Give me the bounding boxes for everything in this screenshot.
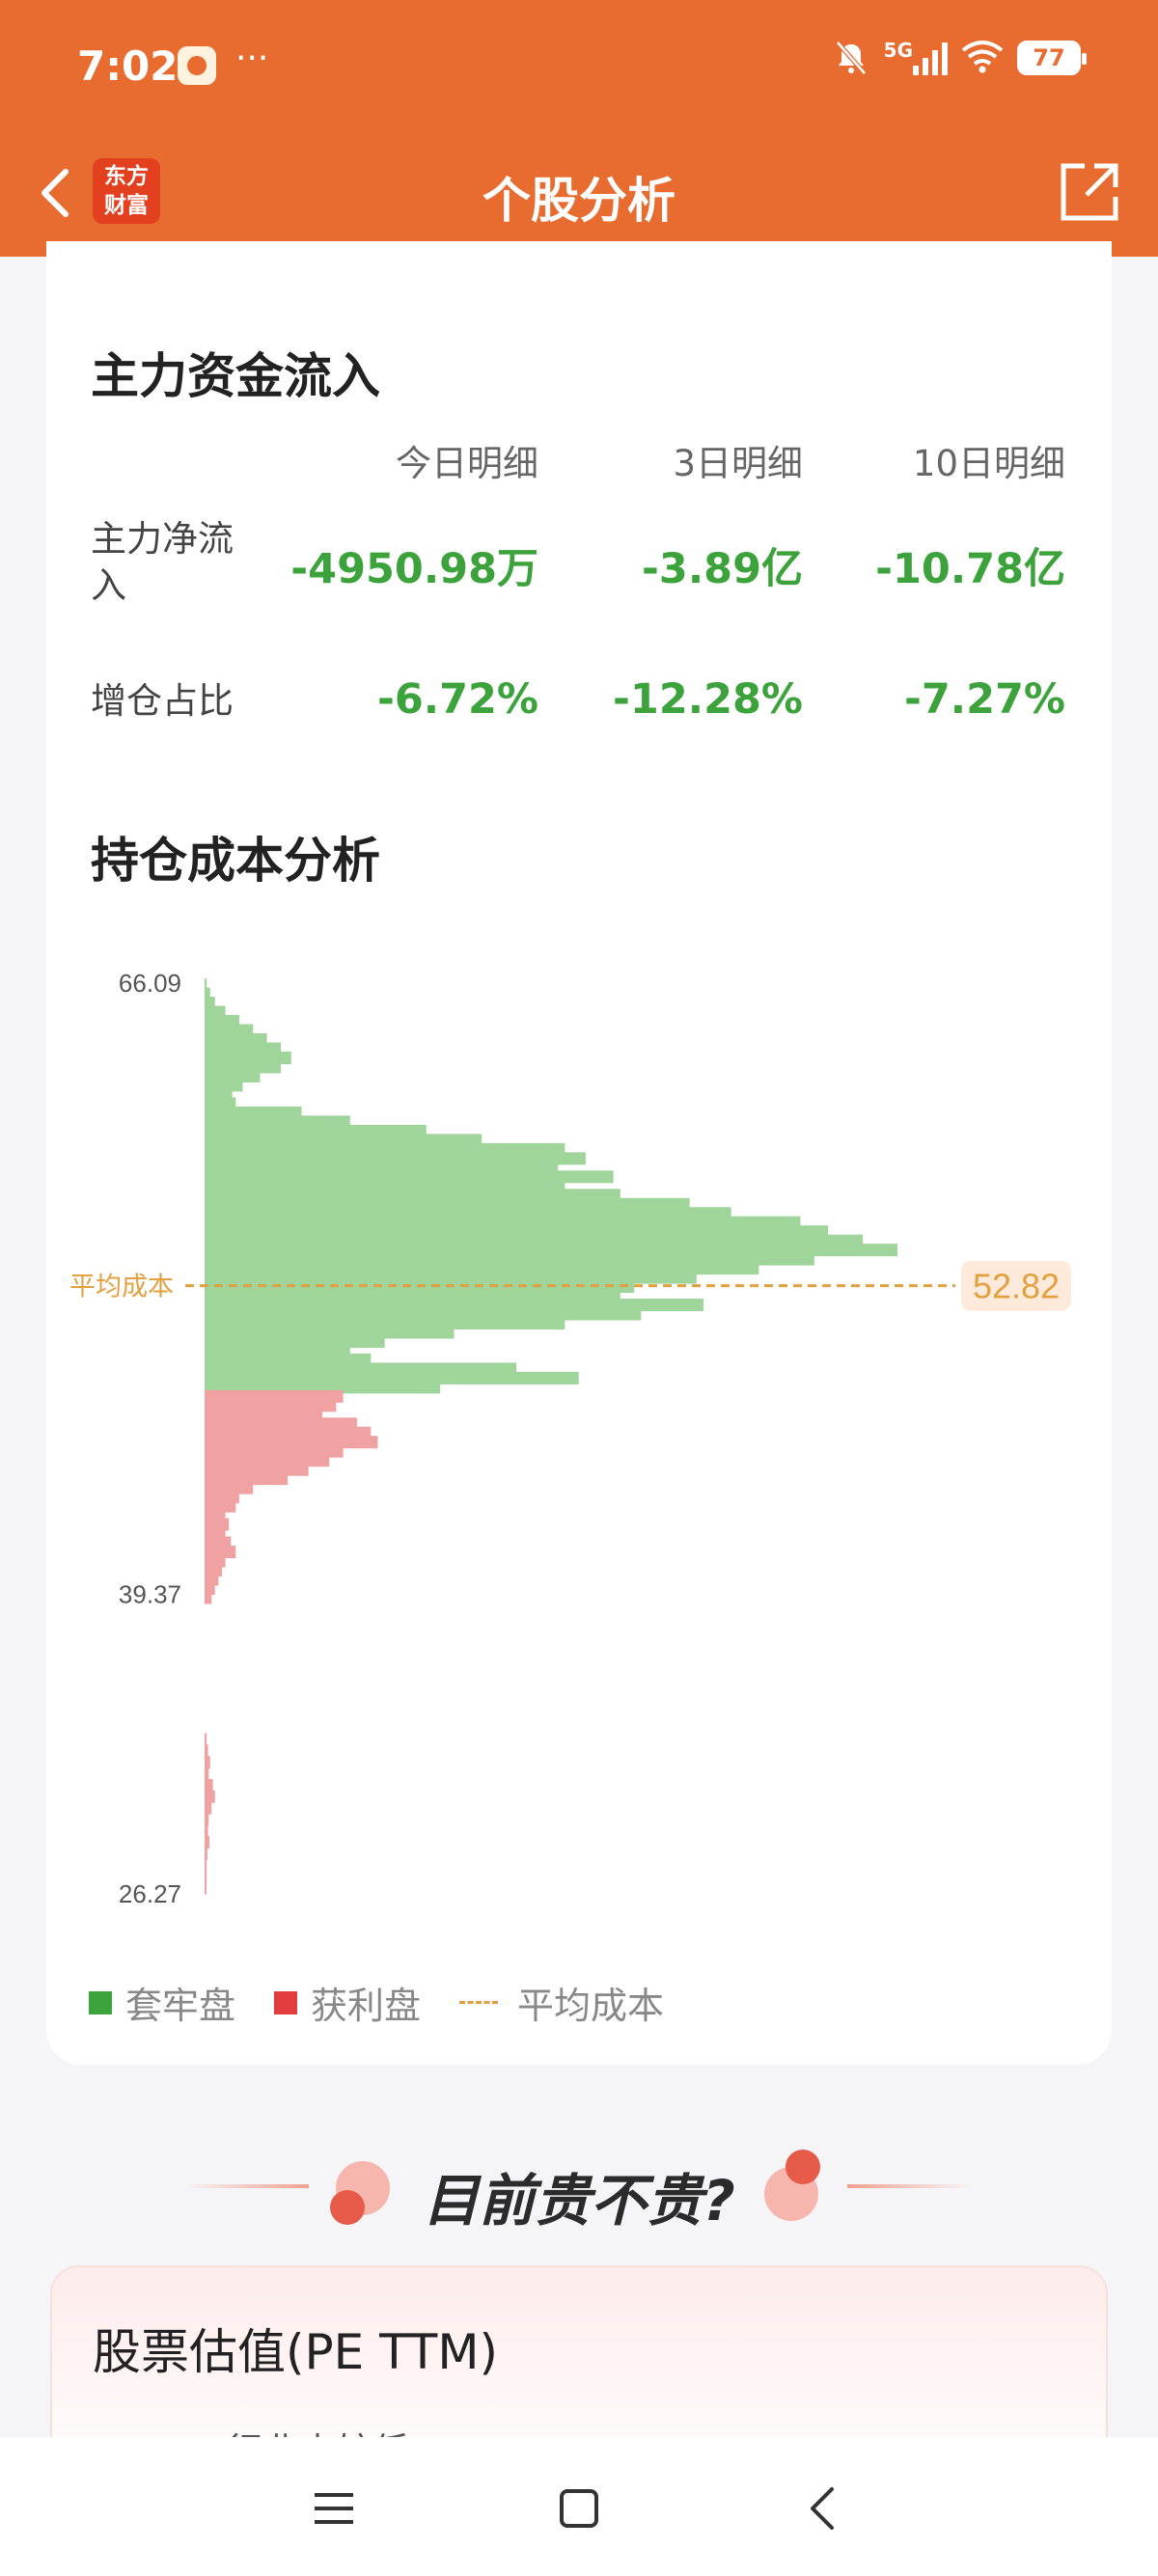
app-notification-icon — [178, 46, 216, 85]
row-label-net-inflow: 主力净流 入 — [91, 518, 234, 606]
legend-profit: 获利盘 — [274, 1976, 421, 2029]
net-inflow-10day: -10.78亿 — [875, 545, 1065, 593]
legend-red-swatch — [274, 1990, 298, 2014]
legend-trapped: 套牢盘 — [89, 1976, 235, 2029]
legend-dash-swatch — [459, 2001, 499, 2004]
legend-avg-cost: 平均成本 — [459, 1976, 664, 2029]
status-more-icon: ··· — [235, 39, 269, 78]
legend-green-swatch — [89, 1990, 112, 2014]
position-ratio-today: -6.72% — [376, 675, 538, 724]
system-nav-bar — [0, 2437, 1158, 2576]
net-inflow-today: -4950.98万 — [290, 545, 538, 593]
main-flow-title: 主力资金流入 — [91, 348, 380, 404]
decor-line-right — [847, 2184, 973, 2188]
network-type: 5G — [883, 39, 913, 62]
share-external-icon — [1061, 163, 1118, 221]
status-time: 7:02 — [77, 42, 179, 90]
menu-icon — [315, 2493, 353, 2524]
valuation-teaser: 目前贵不贵? — [0, 2148, 1158, 2233]
analysis-card — [46, 241, 1112, 2065]
chart-legend: 套牢盘 获利盘 平均成本 — [89, 1976, 703, 2029]
legend-label: 平均成本 — [517, 1985, 665, 2027]
bell-off-icon — [832, 39, 870, 77]
legend-label: 套牢盘 — [125, 1985, 236, 2027]
position-ratio-10day: -7.27% — [903, 675, 1065, 724]
status-icons: 5G 77 — [832, 39, 1087, 77]
back-nav-button[interactable] — [795, 2480, 853, 2537]
decor-ball-right-small — [786, 2150, 820, 2184]
legend-label: 获利盘 — [311, 1985, 422, 2027]
column-header-today: 今日明细 — [396, 443, 538, 484]
back-triangle-icon — [811, 2487, 834, 2530]
home-button[interactable] — [550, 2480, 608, 2537]
column-header-3day: 3日明细 — [673, 443, 803, 484]
valuation-teaser-title: 目前贵不贵? — [423, 2168, 735, 2233]
row-label-position-ratio: 增仓占比 — [91, 680, 234, 722]
valuation-card-title: 股票估值(PE TTM) — [93, 2324, 498, 2380]
column-header-10day: 10日明细 — [912, 443, 1065, 484]
top-bar: 7:02 ··· 5G 77 东方 财富 个股分析 — [0, 0, 1158, 257]
cost-analysis-title: 持仓成本分析 — [91, 833, 380, 889]
signal-icon: 5G — [883, 39, 948, 75]
wifi-icon — [961, 39, 1004, 77]
battery-icon: 77 — [1017, 41, 1087, 75]
menu-button[interactable] — [305, 2480, 363, 2537]
net-inflow-3day: -3.89亿 — [642, 545, 803, 593]
share-button[interactable] — [1056, 158, 1123, 226]
page-title: 个股分析 — [482, 173, 676, 229]
position-ratio-3day: -12.28% — [613, 675, 803, 724]
home-square-icon — [560, 2489, 598, 2528]
